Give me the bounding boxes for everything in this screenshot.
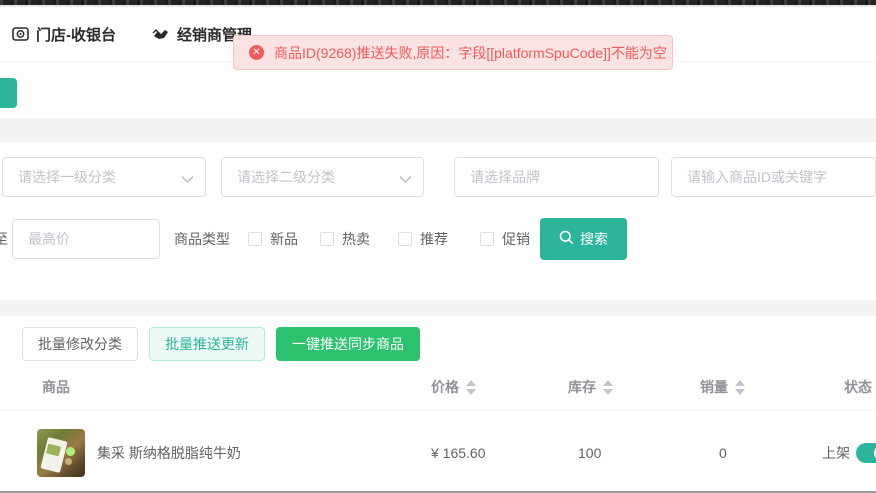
product-thumbnail[interactable] (37, 429, 85, 477)
caret-down-icon[interactable] (466, 389, 476, 395)
filter-row-selects (0, 157, 876, 197)
status-cell: 上架 (808, 443, 876, 463)
caret-up-icon[interactable] (735, 380, 745, 386)
header-spacer (0, 62, 876, 118)
bulk-actions-toolbar: 批量修改分类 批量推送更新 一键推送同步商品 (22, 327, 876, 361)
caret-up-icon[interactable] (466, 380, 476, 386)
filter-panel: 至 商品类型 新品 热卖 推荐 促销 (0, 142, 876, 300)
collapsed-side-tab[interactable] (0, 78, 17, 108)
keyword-search-field[interactable] (671, 157, 876, 197)
sort-price-control[interactable] (466, 380, 476, 395)
product-admin-page: 门店-收银台 经销商管理 ✕ 商品ID(9268)推送失败,原因：字段[[pla… (0, 0, 876, 493)
category-level2-select[interactable] (221, 157, 424, 197)
checkbox-label: 热卖 (342, 229, 370, 249)
error-circle-icon: ✕ (249, 45, 264, 60)
category-level1-input[interactable] (2, 157, 206, 197)
header-product: 商品 (0, 377, 427, 397)
product-table-header: 商品 价格 库存 销量 (0, 377, 876, 411)
caret-down-icon[interactable] (735, 389, 745, 395)
caret-up-icon[interactable] (603, 380, 613, 386)
price-cell: ¥ 165.60 (427, 445, 564, 461)
status-toggle[interactable] (856, 443, 876, 463)
checkbox-label: 推荐 (420, 229, 448, 249)
search-icon (559, 230, 574, 248)
checkbox-promotion[interactable]: 促销 (480, 229, 530, 249)
checkbox-icon[interactable] (398, 232, 412, 246)
chevron-down-icon (399, 171, 412, 187)
brand-select[interactable] (454, 157, 659, 197)
one-click-push-sync-button[interactable]: 一键推送同步商品 (276, 327, 420, 361)
cashier-monitor-icon (12, 26, 29, 42)
checkbox-icon[interactable] (320, 232, 334, 246)
stock-cell: 100 (564, 445, 696, 461)
sort-stock-control[interactable] (603, 380, 613, 395)
sales-cell: 0 (696, 445, 808, 461)
checkbox-label: 促销 (502, 229, 530, 249)
section-divider-band (0, 118, 876, 142)
chevron-down-icon (181, 171, 194, 187)
product-cell: 集采 斯纳格脱脂纯牛奶 (0, 429, 427, 477)
search-button-label: 搜索 (580, 229, 608, 249)
nav-item-label: 门店-收银台 (36, 24, 116, 45)
nav-item-store-cashier[interactable]: 门店-收银台 (12, 24, 116, 45)
caret-down-icon[interactable] (603, 389, 613, 395)
batch-push-update-button[interactable]: 批量推送更新 (149, 327, 265, 361)
header-price: 价格 (427, 377, 564, 397)
max-price-field[interactable] (12, 219, 160, 259)
thumbnail-fruit (66, 447, 75, 456)
batch-edit-category-button[interactable]: 批量修改分类 (22, 327, 138, 361)
filter-row-price-type: 至 商品类型 新品 热卖 推荐 促销 (0, 218, 876, 260)
price-range-to-label: 至 (0, 229, 8, 249)
header-price-label: 价格 (431, 377, 459, 397)
checkbox-hot-sale[interactable]: 热卖 (320, 229, 370, 249)
product-list-panel: 批量修改分类 批量推送更新 一键推送同步商品 商品 价格 库存 (0, 327, 876, 493)
dealer-handshake-icon (152, 27, 170, 42)
checkbox-icon[interactable] (480, 232, 494, 246)
header-status: 状态 (808, 377, 876, 397)
sort-sales-control[interactable] (735, 380, 745, 395)
header-stock: 库存 (564, 377, 696, 397)
checkbox-icon[interactable] (248, 232, 262, 246)
header-stock-label: 库存 (568, 377, 596, 397)
header-sales: 销量 (696, 377, 808, 397)
keyword-input[interactable] (671, 157, 876, 197)
category-level1-select[interactable] (2, 157, 206, 197)
product-type-label: 商品类型 (174, 229, 230, 249)
checkbox-new-product[interactable]: 新品 (248, 229, 298, 249)
checkbox-recommended[interactable]: 推荐 (398, 229, 448, 249)
section-divider-band (0, 300, 876, 316)
checkbox-label: 新品 (270, 229, 298, 249)
error-toast-message: 商品ID(9268)推送失败,原因：字段[[platformSpuCode]]不… (274, 43, 667, 63)
table-row: 集采 斯纳格脱脂纯牛奶 ¥ 165.60 100 0 上架 (0, 411, 876, 493)
product-name[interactable]: 集采 斯纳格脱脂纯牛奶 (97, 443, 241, 463)
max-price-input[interactable] (12, 219, 160, 259)
header-sales-label: 销量 (700, 377, 728, 397)
error-toast: ✕ 商品ID(9268)推送失败,原因：字段[[platformSpuCode]… (233, 35, 673, 70)
category-level2-input[interactable] (221, 157, 424, 197)
status-label: 上架 (822, 443, 850, 463)
brand-input[interactable] (454, 157, 659, 197)
search-button[interactable]: 搜索 (540, 218, 627, 260)
